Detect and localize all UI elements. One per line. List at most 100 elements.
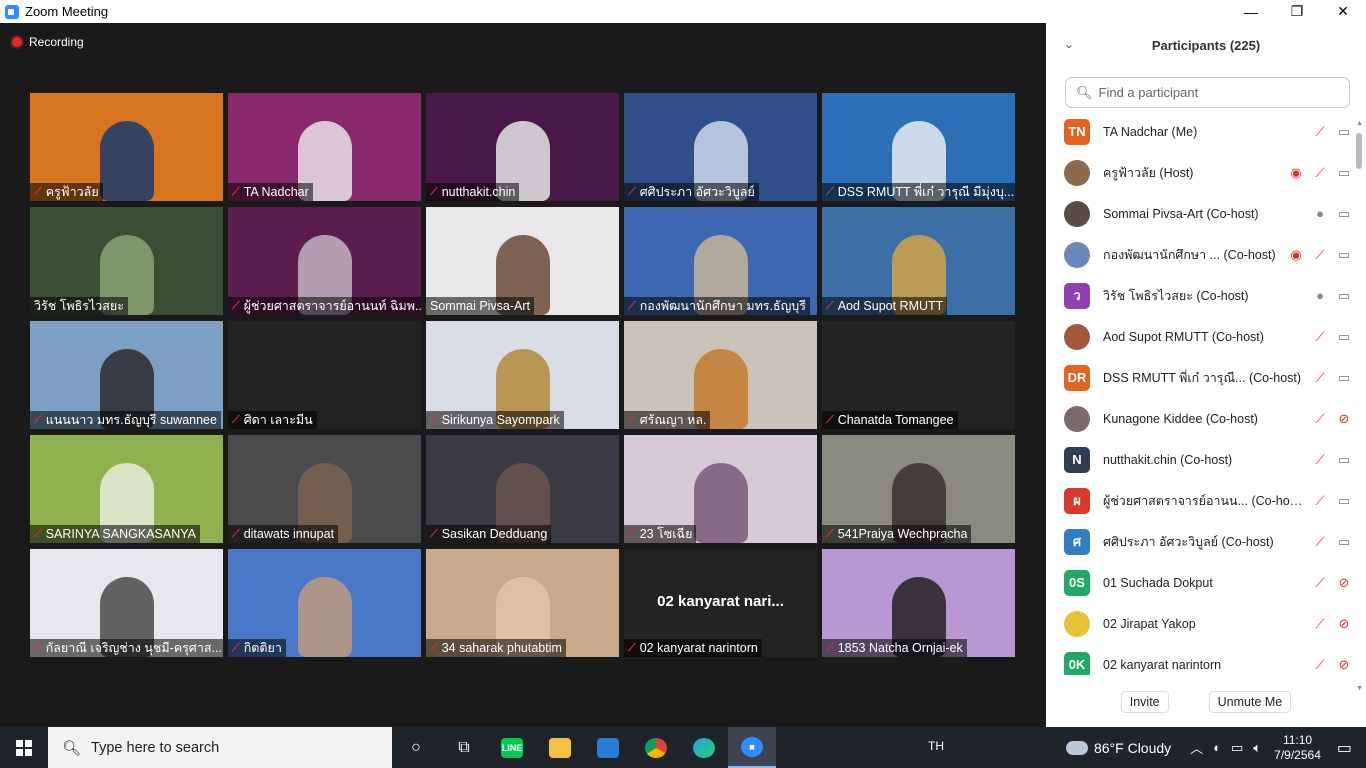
panel-header: ⌄ Participants (225): [1046, 23, 1366, 67]
video-tile[interactable]: ⟋ TA Nadchar: [228, 93, 421, 201]
avatar: TN: [1064, 118, 1090, 145]
camera-off-icon: ⊘: [1338, 615, 1350, 631]
mic-muted-icon: ⟋: [1315, 533, 1325, 549]
recording-indicator[interactable]: Recording: [12, 35, 84, 49]
video-tile[interactable]: ⟋ 1853 Natcha Ornjai-ek: [822, 549, 1015, 657]
video-tile[interactable]: ⟋ SARINYA SANGKASANYA: [30, 435, 223, 543]
video-tile[interactable]: วิรัช โพธิรไวสยะ: [30, 207, 223, 315]
tile-name-text: Sommai Pivsa-Art: [430, 299, 531, 313]
avatar: [1064, 323, 1090, 350]
participant-row[interactable]: ครูฟ้าวลัย (Host) ◉ ⟋ ▭: [1046, 152, 1356, 193]
input-language[interactable]: TH: [928, 739, 944, 753]
participant-row[interactable]: ววิรัช โพธิรไวสยะ (Co-host) ● ▭: [1046, 275, 1356, 316]
minimize-button[interactable]: —: [1228, 0, 1274, 23]
participant-silhouette: [100, 121, 154, 201]
video-tile[interactable]: ⟋ แนนนาว มทร.ธัญบุรี suwannee: [30, 321, 223, 429]
participant-status-icons: ● ▭: [1284, 275, 1356, 316]
participant-row[interactable]: กองพัฒนานักศึกษา ... (Co-host) ◉ ⟋ ▭: [1046, 234, 1356, 275]
collapse-chevron-icon[interactable]: ⌄: [1064, 37, 1074, 51]
participant-row[interactable]: ศศศิประภา อัศวะวิบูลย์ (Co-host) ⟋ ▭: [1046, 521, 1356, 562]
camera-off-icon: ⊘: [1338, 656, 1350, 672]
cortana-icon[interactable]: ○: [392, 727, 440, 768]
video-tile[interactable]: ⟋ 23 โซเฉีย: [624, 435, 817, 543]
tile-name-label: ⟋ SARINYA SANGKASANYA: [30, 525, 200, 543]
photos-app-icon[interactable]: [584, 727, 632, 768]
participant-list-scrollbar[interactable]: [1356, 133, 1362, 169]
video-tile[interactable]: ⟋ 541Praiya Wechpracha: [822, 435, 1015, 543]
video-tile[interactable]: ⟋ กิตติยา: [228, 549, 421, 657]
taskbar-search[interactable]: 🔍︎ Type here to search: [48, 727, 392, 768]
title-bar: Zoom Meeting — ❐ ✕: [0, 0, 1366, 23]
video-tile[interactable]: ⟋ ditawats innupat: [228, 435, 421, 543]
file-explorer-icon[interactable]: [536, 727, 584, 768]
tile-name-text: ditawats innupat: [243, 527, 335, 541]
clock-time: 11:10: [1282, 732, 1313, 747]
video-tile[interactable]: ⟋ ศศิประภา อัศวะวิบูลย์: [624, 93, 817, 201]
line-app-icon[interactable]: LINE: [488, 727, 536, 768]
maximize-button[interactable]: ❐: [1274, 0, 1320, 23]
video-tile[interactable]: ⟋ ครูฟ้าวลัย: [30, 93, 223, 201]
video-tile[interactable]: ⟋ Chanatda Tomangee: [822, 321, 1015, 429]
task-view-icon[interactable]: ⧉: [440, 727, 488, 768]
video-tile[interactable]: ⟋ Aod Supot RMUTT: [822, 207, 1015, 315]
participant-status-icons: ⟋ ▭: [1284, 111, 1356, 152]
avatar: DR: [1064, 364, 1090, 391]
video-tile[interactable]: ⟋ กัลยาณี เจริญช่าง นุชมี-ครุศาส...: [30, 549, 223, 657]
tile-name-text: SARINYA SANGKASANYA: [45, 527, 196, 541]
mic-muted-icon: ⟋: [430, 642, 438, 654]
participant-row[interactable]: 02 Jirapat Yakop ⟋ ⊘: [1046, 603, 1356, 644]
clock[interactable]: 11:10 7/9/2564: [1274, 733, 1321, 763]
tile-name-text: กิตติยา: [243, 641, 282, 655]
video-tile[interactable]: Sommai Pivsa-Art: [426, 207, 619, 315]
participant-row[interactable]: 0S 01 Suchada Dokput ⟋ ⊘: [1046, 562, 1356, 603]
video-tile[interactable]: ⟋ ศิดา เลาะมีน: [228, 321, 421, 429]
tile-name-label: ⟋ 34 saharak phutabtim: [426, 639, 566, 657]
video-tile[interactable]: ⟋ ผู้ช่วยศาสตราจารย์อานนท์ ฉิมพ...: [228, 207, 421, 315]
mic-muted-icon: ⟋: [430, 186, 438, 198]
participant-row[interactable]: TN TA Nadchar (Me) ⟋ ▭: [1046, 111, 1356, 152]
mic-muted-icon: ⟋: [1315, 410, 1325, 426]
video-tile[interactable]: ⟋ ศรัณญา หล.: [624, 321, 817, 429]
participant-row[interactable]: ผผู้ช่วยศาสตราจารย์อานน... (Co-host) ⟋ ▭: [1046, 480, 1356, 521]
scroll-up-arrow-icon[interactable]: ▲: [1356, 120, 1363, 127]
unmute-me-button[interactable]: Unmute Me: [1208, 691, 1292, 713]
participant-row[interactable]: Kunagone Kiddee (Co-host) ⟋ ⊘: [1046, 398, 1356, 439]
participant-row[interactable]: DR DSS RMUTT พี่เก๋ วารุณี... (Co-host) ⟋ ▭: [1046, 357, 1356, 398]
participant-row[interactable]: 0K 02 kanyarat narintorn ⟋ ⊘: [1046, 644, 1356, 675]
close-button[interactable]: ✕: [1320, 0, 1366, 23]
chrome-icon[interactable]: [632, 727, 680, 768]
battery-icon[interactable]: ▭: [1231, 740, 1243, 756]
camera-off-icon: ⊘: [1338, 410, 1350, 426]
participant-row[interactable]: Sommai Pivsa-Art (Co-host) ● ▭: [1046, 193, 1356, 234]
participant-row[interactable]: Aod Supot RMUTT (Co-host) ⟋ ▭: [1046, 316, 1356, 357]
tile-name-text: 1853 Natcha Ornjai-ek: [837, 641, 963, 655]
camera-icon: ▭: [1337, 287, 1351, 303]
mic-muted-icon: ⟋: [232, 642, 240, 654]
video-tile[interactable]: ⟋ Sirikunya Sayompark: [426, 321, 619, 429]
invite-button[interactable]: Invite: [1120, 691, 1169, 713]
zoom-taskbar-icon[interactable]: ■: [728, 727, 776, 768]
participant-name: Kunagone Kiddee (Co-host): [1103, 411, 1258, 426]
video-tile[interactable]: 02 kanyarat nari... ⟋ 02 kanyarat narintor…: [624, 549, 817, 657]
tile-name-text: Aod Supot RMUTT: [837, 299, 944, 313]
panel-title: Participants (225): [1151, 37, 1261, 53]
mic-muted-icon: ⟋: [826, 414, 834, 426]
participant-row[interactable]: Nnutthakit.chin (Co-host) ⟋ ▭: [1046, 439, 1356, 480]
video-tile[interactable]: ⟋ กองพัฒนานักศึกษา มทร.ธัญบุรี: [624, 207, 817, 315]
volume-icon[interactable]: 🔈︎: [1253, 740, 1261, 756]
notifications-icon[interactable]: ▭: [1337, 738, 1352, 758]
clock-date: 7/9/2564: [1274, 747, 1321, 762]
edge-icon[interactable]: [680, 727, 728, 768]
participant-search-input[interactable]: [1098, 85, 1339, 100]
start-button[interactable]: [0, 727, 48, 768]
video-tile[interactable]: ⟋ nutthakit.chin: [426, 93, 619, 201]
tray-chevron-icon[interactable]: ︿: [1190, 738, 1203, 757]
video-tile[interactable]: ⟋ Sasikan Dedduang: [426, 435, 619, 543]
video-tile[interactable]: ⟋ DSS RMUTT พี่เก๋ วารุณี มีมุ่งบุ...: [822, 93, 1015, 201]
participant-search[interactable]: 🔍︎: [1065, 77, 1350, 108]
avatar: ผ: [1064, 487, 1090, 514]
participant-status-icons: ● ▭: [1284, 193, 1356, 234]
video-tile[interactable]: ⟋ 34 saharak phutabtim: [426, 549, 619, 657]
weather-widget[interactable]: 86°F Cloudy: [1065, 740, 1171, 756]
network-icon[interactable]: ◐: [1213, 740, 1221, 755]
